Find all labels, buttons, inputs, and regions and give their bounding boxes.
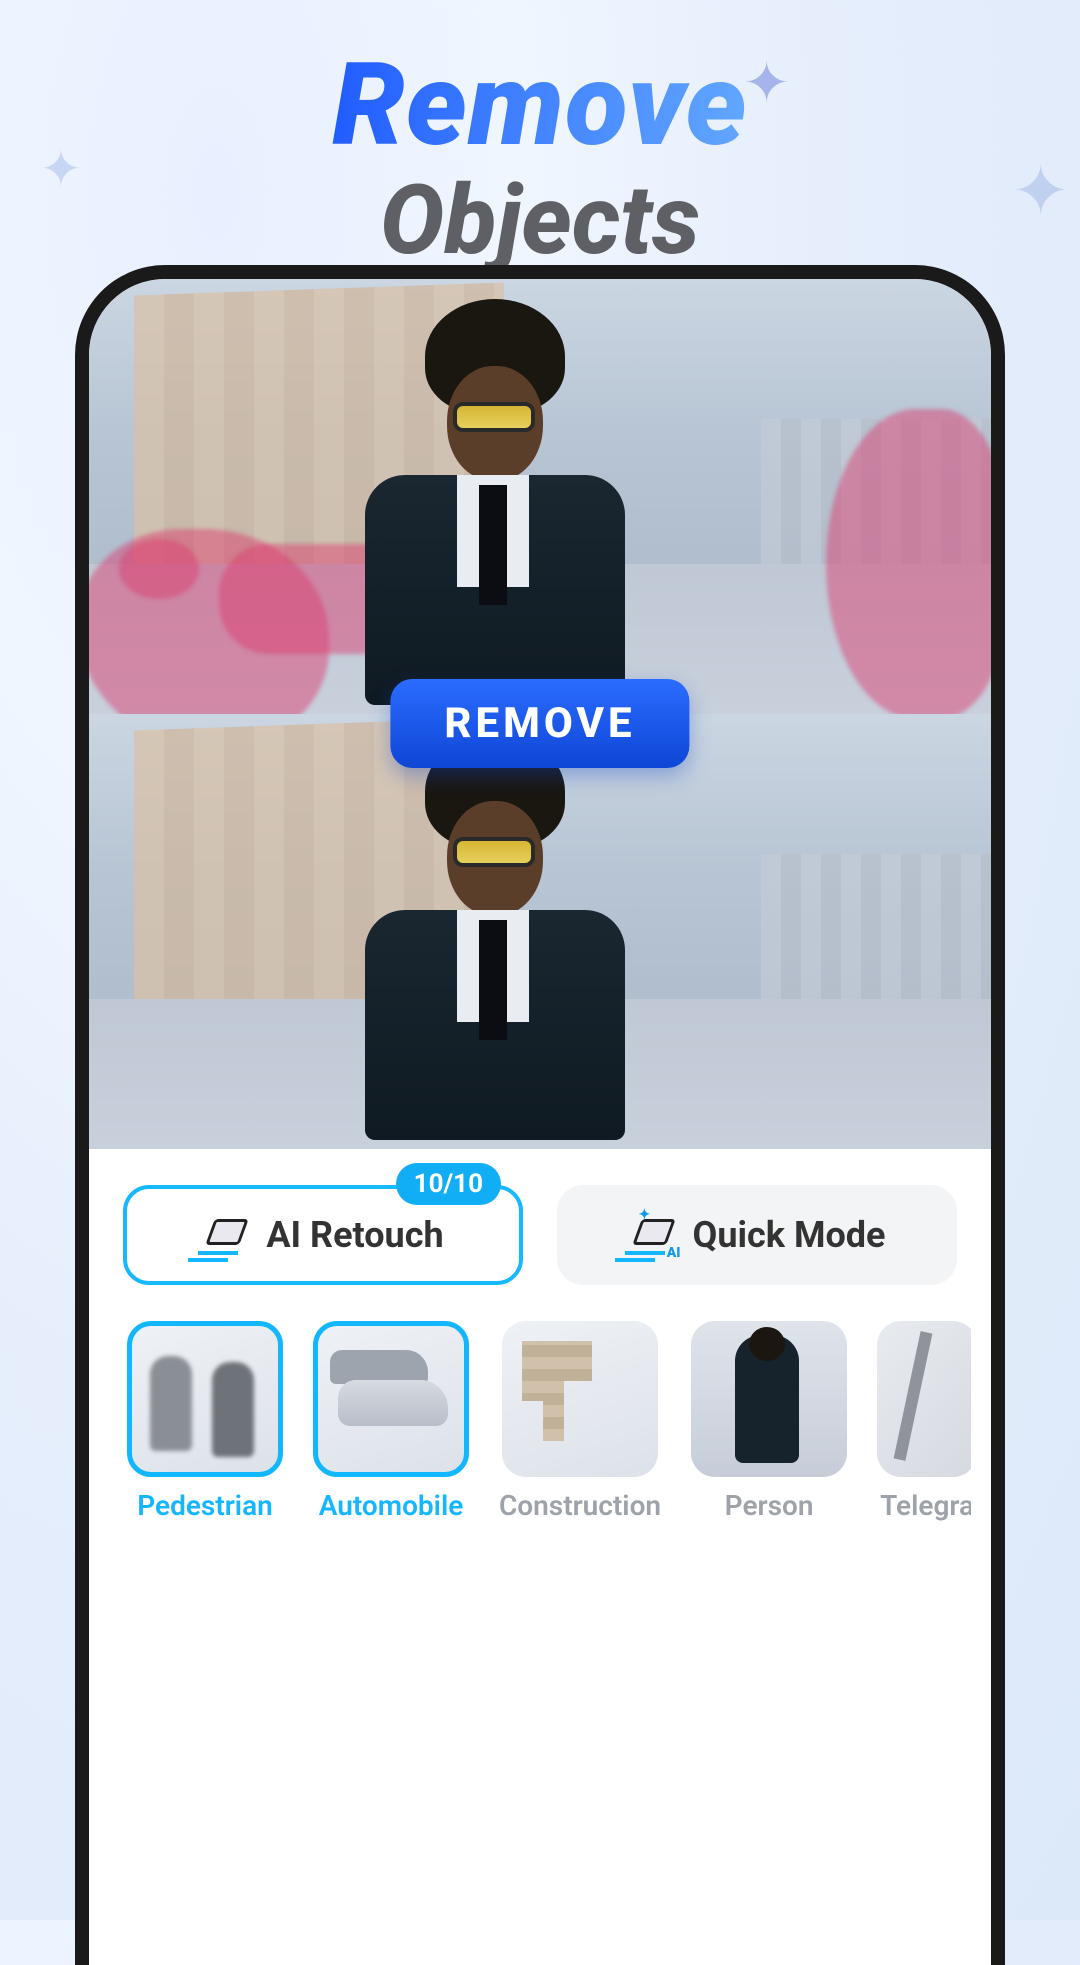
eraser-icon bbox=[202, 1217, 246, 1253]
ai-retouch-badge: 10/10 bbox=[396, 1163, 501, 1205]
category-label: Pedestrian bbox=[137, 1489, 273, 1522]
category-automobile[interactable]: Automobile bbox=[313, 1321, 469, 1522]
mode-selector: 10/10 AI Retouch ✦AI Quick Mode bbox=[109, 1185, 971, 1285]
category-telegraph[interactable]: Telegra bbox=[877, 1321, 971, 1522]
before-after-preview: REMOVE bbox=[89, 279, 991, 1149]
sparkle-decoration-icon: ✦ bbox=[1011, 150, 1070, 233]
category-person[interactable]: Person bbox=[691, 1321, 847, 1522]
pedestrian-thumbnail-icon bbox=[127, 1321, 283, 1477]
category-label: Person bbox=[725, 1489, 814, 1522]
category-label: Automobile bbox=[319, 1489, 464, 1522]
remove-button-label: REMOVE bbox=[444, 699, 635, 748]
category-construction[interactable]: Construction bbox=[499, 1321, 661, 1522]
automobile-thumbnail-icon bbox=[313, 1321, 469, 1477]
construction-thumbnail-icon bbox=[502, 1321, 658, 1477]
title-main: Remove bbox=[332, 38, 747, 173]
ai-eraser-icon: ✦AI bbox=[629, 1217, 673, 1253]
category-row[interactable]: Pedestrian Automobile Construction Perso… bbox=[109, 1285, 971, 1522]
promo-title: Remove Objects bbox=[0, 0, 1080, 277]
quick-mode-button[interactable]: ✦AI Quick Mode bbox=[557, 1185, 957, 1285]
sparkle-decoration-icon: ✦ bbox=[40, 140, 82, 199]
person-thumbnail-icon bbox=[691, 1321, 847, 1477]
selection-mask-icon bbox=[119, 539, 199, 599]
preview-image-before[interactable] bbox=[89, 279, 991, 714]
category-label: Telegra bbox=[880, 1489, 971, 1522]
telegraph-thumbnail-icon bbox=[877, 1321, 971, 1477]
sparkle-decoration-icon: ✦ bbox=[743, 50, 790, 116]
preview-image-after[interactable] bbox=[89, 714, 991, 1149]
title-sub: Objects bbox=[0, 165, 1080, 277]
ai-retouch-mode-button[interactable]: 10/10 AI Retouch bbox=[123, 1185, 523, 1285]
category-label: Construction bbox=[499, 1489, 661, 1522]
controls-panel: 10/10 AI Retouch ✦AI Quick Mode Pedestri… bbox=[89, 1149, 991, 1522]
remove-button[interactable]: REMOVE bbox=[390, 679, 689, 768]
quick-mode-label: Quick Mode bbox=[693, 1214, 886, 1256]
ai-retouch-label: AI Retouch bbox=[266, 1214, 443, 1256]
phone-frame: REMOVE 10/10 AI Retouch ✦AI Quick Mode P… bbox=[75, 265, 1005, 1965]
category-pedestrian[interactable]: Pedestrian bbox=[127, 1321, 283, 1522]
selection-mask-icon bbox=[826, 409, 991, 714]
